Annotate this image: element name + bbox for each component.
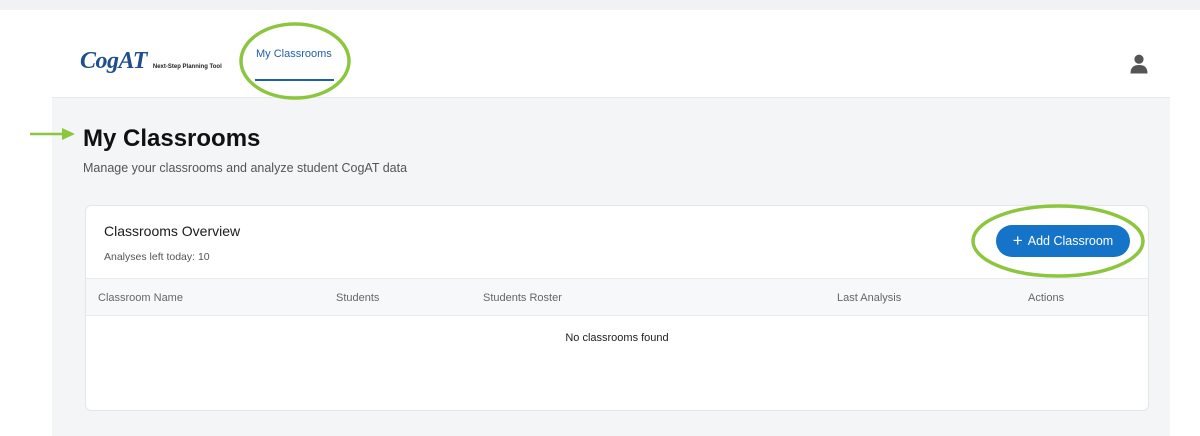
column-header-students-roster[interactable]: Students Roster (483, 292, 562, 304)
user-icon[interactable] (1130, 54, 1148, 74)
active-tab-indicator (255, 79, 334, 81)
column-header-actions: Actions (1028, 292, 1065, 304)
analyses-left-text: Analyses left today: 10 (104, 251, 210, 263)
top-header: CogAT Next-Step Planning Tool My Classro… (52, 10, 1170, 98)
logo-wordmark: CogAT (80, 48, 147, 74)
plus-icon: + (1012, 231, 1023, 250)
column-header-students[interactable]: Students (336, 292, 379, 304)
nav-tab-my-classrooms[interactable]: My Classrooms (256, 48, 332, 60)
card-title: Classrooms Overview (104, 223, 241, 239)
page-title: My Classrooms (83, 125, 261, 152)
table-header: Classroom Name Students Students Roster … (86, 278, 1148, 316)
column-header-last-analysis[interactable]: Last Analysis (837, 292, 901, 304)
main-content: My Classrooms Manage your classrooms and… (52, 98, 1170, 436)
add-classroom-button[interactable]: + Add Classroom (996, 225, 1130, 257)
cogat-logo[interactable]: CogAT Next-Step Planning Tool (80, 48, 222, 75)
app-window: CogAT Next-Step Planning Tool My Classro… (0, 10, 1200, 436)
add-classroom-label: Add Classroom (1027, 234, 1114, 248)
column-header-classroom-name[interactable]: Classroom Name (98, 292, 183, 304)
logo-subtitle: Next-Step Planning Tool (152, 64, 222, 70)
page-subtitle: Manage your classrooms and analyze stude… (83, 161, 408, 175)
classrooms-overview-card: Classrooms Overview Analyses left today:… (85, 205, 1149, 411)
empty-state-message: No classrooms found (565, 332, 669, 344)
